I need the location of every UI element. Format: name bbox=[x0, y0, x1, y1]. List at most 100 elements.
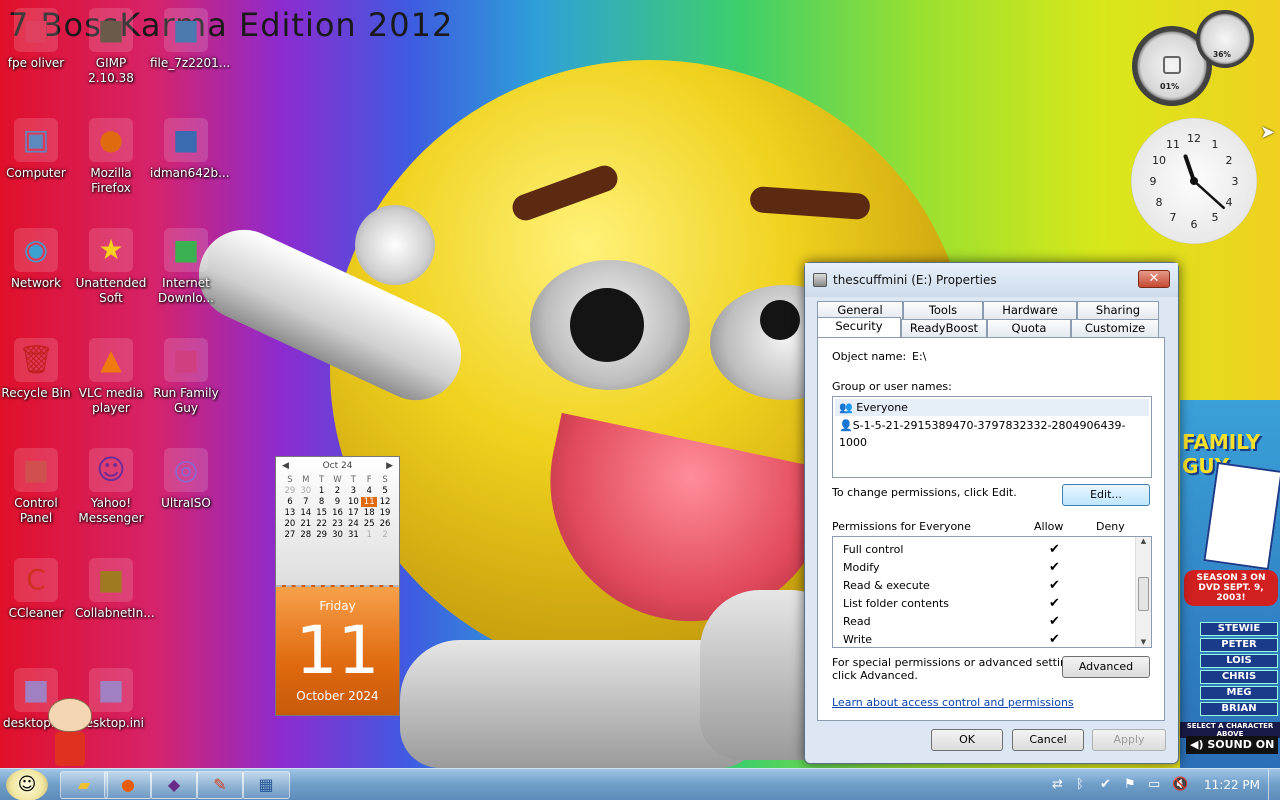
desktop-icon[interactable]: ◉ Network bbox=[0, 228, 72, 291]
ad-character-button[interactable]: LOIS bbox=[1200, 654, 1278, 668]
calendar-day[interactable]: 30 bbox=[298, 486, 314, 496]
taskbar-explorer-button[interactable]: ▰ bbox=[60, 771, 108, 799]
calendar-day[interactable]: 1 bbox=[361, 530, 377, 540]
calendar-day[interactable]: 15 bbox=[314, 508, 330, 518]
ad-character-button[interactable]: BRIAN bbox=[1200, 702, 1278, 716]
calendar-day[interactable]: 1 bbox=[314, 486, 330, 496]
calendar-day[interactable]: 27 bbox=[282, 530, 298, 540]
clock-gadget[interactable]: 12 1 2 3 45 6 78 9 10 11 bbox=[1131, 118, 1257, 244]
security-tray-icon[interactable]: ✔ bbox=[1100, 777, 1111, 792]
calendar-day[interactable]: 10 bbox=[345, 497, 361, 507]
calendar-day[interactable]: 7 bbox=[298, 497, 314, 507]
close-button[interactable]: ✕ bbox=[1138, 270, 1170, 288]
desktop-icon[interactable]: ◎ UltraISO bbox=[150, 448, 222, 511]
taskbar-firefox-button[interactable]: ● bbox=[104, 771, 152, 799]
desktop-icon[interactable]: ● Mozilla Firefox bbox=[75, 118, 147, 196]
next-month-arrow-icon[interactable]: ▶ bbox=[386, 461, 393, 471]
desktop-icon[interactable]: ■ GIMP 2.10.38 bbox=[75, 8, 147, 86]
taskbar-app-button[interactable]: ◆ bbox=[150, 771, 198, 799]
desktop-icon[interactable]: ■ Control Panel bbox=[0, 448, 72, 526]
learn-access-control-link[interactable]: Learn about access control and permissio… bbox=[832, 696, 1074, 709]
calendar-day[interactable]: 25 bbox=[361, 519, 377, 529]
calendar-day[interactable]: 8 bbox=[314, 497, 330, 507]
desktop-icon[interactable]: ☺ Yahoo! Messenger bbox=[75, 448, 147, 526]
permissions-scrollbar[interactable]: ▲ ▼ bbox=[1135, 537, 1151, 647]
desktop-icon[interactable]: ■ idman642b... bbox=[150, 118, 230, 181]
calendar-day[interactable]: 12 bbox=[377, 497, 393, 507]
calendar-day[interactable]: 14 bbox=[298, 508, 314, 518]
taskbar-control-panel-button[interactable]: ▦ bbox=[242, 771, 290, 799]
calendar-day[interactable]: 24 bbox=[345, 519, 361, 529]
display-tray-icon[interactable]: ▭ bbox=[1148, 777, 1160, 792]
calendar-day[interactable]: 20 bbox=[282, 519, 298, 529]
tab-customize[interactable]: Customize bbox=[1071, 319, 1159, 337]
calendar-day[interactable]: 21 bbox=[298, 519, 314, 529]
calendar-day[interactable]: 29 bbox=[314, 530, 330, 540]
tab-tools[interactable]: Tools bbox=[903, 301, 983, 319]
edit-button[interactable]: Edit... bbox=[1062, 484, 1150, 506]
calendar-day[interactable]: 6 bbox=[282, 497, 298, 507]
calendar-day[interactable]: 22 bbox=[314, 519, 330, 529]
flag-tray-icon[interactable]: ⚑ bbox=[1124, 777, 1136, 792]
desktop-icon[interactable]: ■ Internet Downlo... bbox=[150, 228, 222, 306]
desktop-icon[interactable]: ■ fpe oliver bbox=[0, 8, 72, 71]
calendar-day[interactable]: 13 bbox=[282, 508, 298, 518]
calendar-day[interactable]: 3 bbox=[345, 486, 361, 496]
calendar-day[interactable]: 28 bbox=[298, 530, 314, 540]
family-guy-ad[interactable]: FAMILY GUY SEASON 3 ON DVD SEPT. 9, 2003… bbox=[1180, 400, 1280, 768]
calendar-day[interactable]: 9 bbox=[330, 497, 346, 507]
calendar-day[interactable]: 17 bbox=[345, 508, 361, 518]
tab-readyboost[interactable]: ReadyBoost bbox=[901, 319, 987, 337]
start-button[interactable]: ☺ bbox=[6, 769, 48, 800]
calendar-day[interactable]: 2 bbox=[330, 486, 346, 496]
desktop-icon[interactable]: ■ file_7z2201... bbox=[150, 8, 230, 71]
desktop-icon[interactable]: ■ CollabnetIn... bbox=[75, 558, 155, 621]
desktop-icon[interactable]: C CCleaner bbox=[0, 558, 72, 621]
calendar-day[interactable]: 5 bbox=[377, 486, 393, 496]
bluetooth-tray-icon[interactable]: ᛒ bbox=[1076, 777, 1084, 792]
prev-month-arrow-icon[interactable]: ◀ bbox=[282, 461, 289, 471]
desktop-icon[interactable]: 🗑 Recycle Bin bbox=[0, 338, 72, 401]
user-list-item[interactable]: 👤S-1-5-21-2915389470-3797832332-28049064… bbox=[835, 417, 1149, 449]
ok-button[interactable]: OK bbox=[931, 729, 1003, 751]
desktop-icon[interactable]: ■ Run Family Guy bbox=[150, 338, 222, 416]
calendar-day[interactable]: 23 bbox=[330, 519, 346, 529]
advanced-button[interactable]: Advanced bbox=[1062, 656, 1150, 678]
calendar-day[interactable]: 19 bbox=[377, 508, 393, 518]
memory-meter-gauge[interactable]: 36% bbox=[1196, 10, 1254, 68]
calendar-gadget[interactable]: ◀ Oct 24 ▶ S M T W T F S 29 30 1 2 3 4 5 6 7 8 9 10 11 12 13 1… bbox=[275, 456, 400, 716]
calendar-day[interactable]: 4 bbox=[361, 486, 377, 496]
desktop-icon[interactable]: ★ Unattended Soft bbox=[75, 228, 147, 306]
network-tray-icon[interactable]: ⇄ bbox=[1052, 777, 1063, 792]
ad-character-button[interactable]: MEG bbox=[1200, 686, 1278, 700]
calendar-day[interactable]: 18 bbox=[361, 508, 377, 518]
taskbar-paint-button[interactable]: ✎ bbox=[196, 771, 244, 799]
dialog-titlebar[interactable]: thescuffmini (E:) Properties ✕ bbox=[805, 263, 1178, 297]
tab-sharing[interactable]: Sharing bbox=[1077, 301, 1159, 319]
scroll-up-arrow-icon[interactable]: ▲ bbox=[1136, 537, 1151, 545]
calendar-day[interactable]: 29 bbox=[282, 486, 298, 496]
tab-quota[interactable]: Quota bbox=[987, 319, 1071, 337]
apply-button[interactable]: Apply bbox=[1092, 729, 1166, 751]
calendar-day[interactable]: 30 bbox=[330, 530, 346, 540]
taskbar-clock[interactable]: 11:22 PM bbox=[1204, 778, 1260, 792]
scrollbar-thumb[interactable] bbox=[1138, 577, 1149, 611]
cancel-button[interactable]: Cancel bbox=[1012, 729, 1084, 751]
volume-muted-tray-icon[interactable]: 🔇 bbox=[1172, 777, 1188, 792]
ad-character-button[interactable]: PETER bbox=[1200, 638, 1278, 652]
user-list-item[interactable]: 👥 Everyone bbox=[835, 399, 1149, 416]
show-desktop-button[interactable] bbox=[1268, 769, 1280, 800]
ad-character-button[interactable]: STEWIE bbox=[1200, 622, 1278, 636]
scroll-down-arrow-icon[interactable]: ▼ bbox=[1136, 638, 1151, 646]
ad-character-button[interactable]: CHRIS bbox=[1200, 670, 1278, 684]
calendar-day[interactable]: 31 bbox=[345, 530, 361, 540]
calendar-day[interactable]: 2 bbox=[377, 530, 393, 540]
tab-security[interactable]: Security bbox=[817, 317, 901, 337]
desktop-icon[interactable]: ▲ VLC media player bbox=[75, 338, 147, 416]
calendar-day[interactable]: 11 bbox=[361, 497, 378, 507]
calendar-day[interactable]: 16 bbox=[330, 508, 346, 518]
tab-hardware[interactable]: Hardware bbox=[983, 301, 1077, 319]
ad-sound-toggle[interactable]: ◀) SOUND ON bbox=[1186, 736, 1278, 754]
desktop-icon[interactable]: ▣ Computer bbox=[0, 118, 72, 181]
calendar-day[interactable]: 26 bbox=[377, 519, 393, 529]
